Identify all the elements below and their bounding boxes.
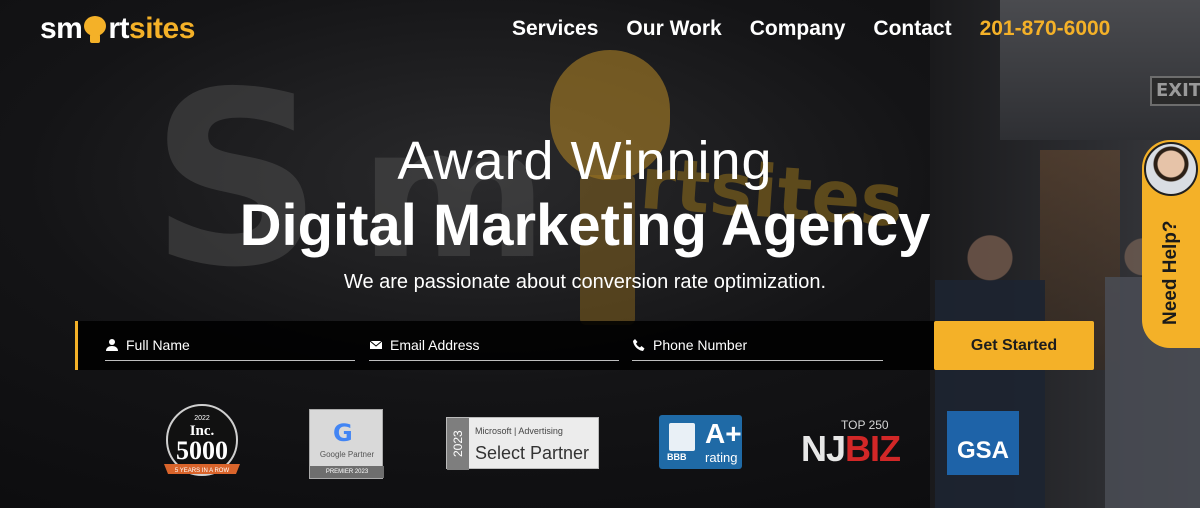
njbiz-logo: NJBIZ bbox=[801, 428, 901, 470]
lightbulb-icon bbox=[83, 14, 107, 44]
lead-form bbox=[75, 321, 935, 370]
ms-brand: Microsoft | Advertising bbox=[475, 426, 563, 436]
subheadline: We are passionate about conversion rate … bbox=[343, 271, 827, 293]
bbb-badge: BBB A+ rating bbox=[659, 415, 742, 469]
full-name-field bbox=[105, 329, 355, 361]
google-partner-badge: G Google Partner PREMIER 2023 bbox=[309, 409, 384, 479]
phone-link[interactable]: 201-870-6000 bbox=[980, 17, 1111, 41]
phone-icon bbox=[633, 338, 645, 351]
exit-sign: EXIT bbox=[1150, 76, 1200, 106]
email-input[interactable] bbox=[390, 336, 590, 353]
need-help-label: Need Help? bbox=[1160, 220, 1181, 325]
phone-input[interactable] bbox=[653, 336, 853, 353]
main-nav: Services Our Work Company Contact 201-87… bbox=[512, 17, 1110, 41]
bbb-rating-label: rating bbox=[705, 450, 738, 465]
microsoft-partner-badge: 2023 Microsoft | Advertising Select Part… bbox=[446, 417, 599, 470]
inc-number: 5000 bbox=[176, 436, 228, 465]
nav-services[interactable]: Services bbox=[512, 17, 598, 41]
phone-field bbox=[632, 329, 883, 361]
gsa-badge: GSA bbox=[947, 411, 1019, 475]
nav-contact[interactable]: Contact bbox=[873, 17, 951, 41]
google-g-icon: G bbox=[333, 419, 353, 447]
ms-select-partner: Select Partner bbox=[475, 443, 590, 463]
bbb-grade: A+ bbox=[705, 418, 742, 449]
bbb-torch-icon bbox=[669, 423, 695, 451]
logo-text: sm bbox=[40, 12, 83, 45]
headline-line2: Digital Marketing Agency bbox=[239, 193, 931, 258]
inc-5000-logo: 2022 Inc. 5000 5 YEARS IN A ROW bbox=[164, 404, 240, 476]
logo-text-accent: sites bbox=[129, 12, 195, 45]
inc-ribbon: 5 YEARS IN A ROW bbox=[175, 468, 230, 474]
headline-line1: Award Winning bbox=[397, 131, 773, 191]
logo-text: rt bbox=[108, 12, 130, 45]
google-partner-label: Google Partner bbox=[319, 450, 375, 459]
nav-company[interactable]: Company bbox=[750, 17, 846, 41]
ms-year: 2023 bbox=[447, 418, 469, 470]
site-logo[interactable]: sm rt sites bbox=[40, 12, 195, 46]
gsa-label: GSA bbox=[956, 437, 1009, 464]
user-icon bbox=[106, 338, 118, 351]
inc-year: 2022 bbox=[194, 415, 210, 422]
full-name-input[interactable] bbox=[126, 336, 326, 353]
envelope-icon bbox=[369, 340, 383, 349]
nav-our-work[interactable]: Our Work bbox=[626, 17, 721, 41]
njbiz-biz: BIZ bbox=[845, 428, 901, 469]
email-field bbox=[369, 329, 619, 361]
support-avatar bbox=[1144, 142, 1198, 196]
bbb-label: BBB bbox=[667, 452, 687, 462]
google-premier-label: PREMIER 2023 bbox=[310, 466, 384, 478]
need-help-tab[interactable]: Need Help? bbox=[1142, 140, 1200, 348]
get-started-button[interactable]: Get Started bbox=[934, 321, 1094, 370]
njbiz-nj: NJ bbox=[801, 428, 846, 469]
inc-5000-badge: 2022 Inc. 5000 5 YEARS IN A ROW bbox=[160, 402, 244, 486]
njbiz-badge: TOP 250 NJBIZ bbox=[801, 418, 901, 470]
